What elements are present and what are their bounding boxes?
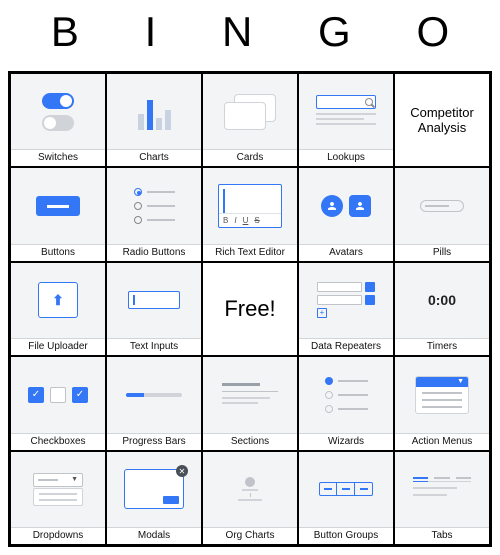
- free-label: Free!: [224, 296, 275, 322]
- cell-wizards[interactable]: Wizards: [298, 356, 394, 450]
- bingo-letter: N: [222, 8, 252, 56]
- cell-label: Org Charts: [203, 528, 297, 544]
- radio-icon: [134, 188, 175, 224]
- repeaters-icon: +: [317, 282, 375, 318]
- cell-label: Cards: [203, 150, 297, 166]
- modals-icon: ✕: [124, 469, 184, 509]
- bingo-header: B I N G O: [8, 8, 492, 71]
- cell-modals[interactable]: ✕ Modals: [106, 451, 202, 545]
- cell-lookups[interactable]: Lookups: [298, 73, 394, 167]
- cell-label: Lookups: [299, 150, 393, 166]
- pills-icon: [420, 200, 464, 212]
- cell-free[interactable]: Free!: [202, 262, 298, 356]
- cell-progress-bars[interactable]: Progress Bars: [106, 356, 202, 450]
- cell-label: Competitor Analysis: [399, 105, 485, 136]
- bingo-letter: I: [145, 8, 157, 56]
- cell-label: Wizards: [299, 434, 393, 450]
- wizards-icon: [325, 377, 368, 413]
- text-input-icon: [128, 291, 180, 309]
- cell-label: File Uploader: [11, 339, 105, 355]
- cell-label: Action Menus: [395, 434, 489, 450]
- cell-label: Progress Bars: [107, 434, 201, 450]
- cell-competitor-analysis[interactable]: Competitor Analysis: [394, 73, 490, 167]
- cell-label: Timers: [395, 339, 489, 355]
- cell-label: Data Repeaters: [299, 339, 393, 355]
- timer-icon: 0:00: [428, 292, 456, 308]
- cards-icon: [224, 94, 276, 130]
- cell-radio-buttons[interactable]: Radio Buttons: [106, 167, 202, 261]
- cell-label: Buttons: [11, 245, 105, 261]
- cell-label: Radio Buttons: [107, 245, 201, 261]
- cell-checkboxes[interactable]: ✓✓ Checkboxes: [10, 356, 106, 450]
- org-charts-icon: [238, 477, 262, 501]
- cell-label: Pills: [395, 245, 489, 261]
- cell-label: Avatars: [299, 245, 393, 261]
- cell-switches[interactable]: Switches: [10, 73, 106, 167]
- cell-label: Dropdowns: [11, 528, 105, 544]
- cell-tabs[interactable]: Tabs: [394, 451, 490, 545]
- cell-label: Button Groups: [299, 528, 393, 544]
- bingo-letter: G: [318, 8, 351, 56]
- cell-action-menus[interactable]: ▼ Action Menus: [394, 356, 490, 450]
- bingo-letter: B: [51, 8, 79, 56]
- cell-charts[interactable]: Charts: [106, 73, 202, 167]
- switches-icon: [42, 93, 74, 131]
- cell-sections[interactable]: Sections: [202, 356, 298, 450]
- cell-label: Sections: [203, 434, 297, 450]
- cell-label: Text Inputs: [107, 339, 201, 355]
- cell-label: Switches: [11, 150, 105, 166]
- rte-icon: B I U S: [218, 184, 282, 228]
- cell-label: Tabs: [395, 528, 489, 544]
- cell-buttons[interactable]: Buttons: [10, 167, 106, 261]
- cell-label: Rich Text Editor: [203, 245, 297, 261]
- buttons-icon: [36, 196, 80, 216]
- bingo-grid: Switches Charts Cards Lookups Competitor…: [8, 71, 492, 547]
- progress-icon: [126, 393, 182, 397]
- button-groups-icon: [319, 482, 373, 496]
- dropdowns-icon: ▼: [33, 473, 83, 506]
- cell-data-repeaters[interactable]: + Data Repeaters: [298, 262, 394, 356]
- cell-label: Charts: [107, 150, 201, 166]
- upload-icon: ⬆: [38, 282, 78, 318]
- cell-label: Modals: [107, 528, 201, 544]
- checkboxes-icon: ✓✓: [28, 387, 88, 403]
- sections-icon: [222, 383, 278, 407]
- cell-avatars[interactable]: Avatars: [298, 167, 394, 261]
- cell-cards[interactable]: Cards: [202, 73, 298, 167]
- cell-rich-text-editor[interactable]: B I U S Rich Text Editor: [202, 167, 298, 261]
- cell-text-inputs[interactable]: Text Inputs: [106, 262, 202, 356]
- bingo-letter: O: [416, 8, 449, 56]
- close-icon: ✕: [176, 465, 188, 477]
- cell-timers[interactable]: 0:00 Timers: [394, 262, 490, 356]
- cell-pills[interactable]: Pills: [394, 167, 490, 261]
- cell-file-uploader[interactable]: ⬆ File Uploader: [10, 262, 106, 356]
- cell-label: Checkboxes: [11, 434, 105, 450]
- tabs-icon: [413, 477, 471, 501]
- avatars-icon: [321, 195, 371, 217]
- cell-dropdowns[interactable]: ▼ Dropdowns: [10, 451, 106, 545]
- lookups-icon: [316, 95, 376, 128]
- cell-org-charts[interactable]: Org Charts: [202, 451, 298, 545]
- charts-icon: [138, 94, 171, 130]
- cell-button-groups[interactable]: Button Groups: [298, 451, 394, 545]
- action-menus-icon: ▼: [415, 376, 469, 414]
